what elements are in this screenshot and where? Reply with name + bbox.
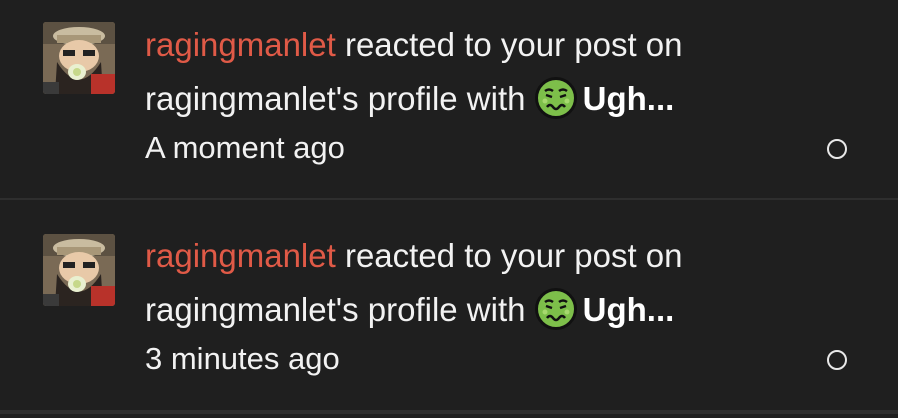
avatar[interactable] (43, 22, 115, 94)
nauseated-face-icon (534, 288, 577, 330)
avatar[interactable] (43, 234, 115, 306)
avatar-image (43, 234, 115, 306)
nauseated-face-icon (534, 77, 577, 119)
notification-list: ragingmanlet reacted to your post on rag… (0, 0, 898, 418)
username-link[interactable]: ragingmanlet (145, 26, 336, 63)
reaction-label: Ugh... (582, 80, 675, 117)
avatar-image (43, 22, 115, 94)
timestamp: 3 minutes ago (145, 341, 340, 376)
username-link[interactable]: ragingmanlet (145, 237, 336, 274)
mark-read-toggle[interactable] (827, 350, 847, 370)
notification-text: ragingmanlet reacted to your post on rag… (145, 229, 825, 381)
notification-text: ragingmanlet reacted to your post on rag… (145, 18, 825, 170)
reaction-label: Ugh... (582, 291, 675, 328)
notification-item[interactable]: ragingmanlet reacted to your post on rag… (0, 202, 898, 414)
notification-item[interactable]: ragingmanlet reacted to your post on rag… (0, 0, 898, 200)
mark-read-toggle[interactable] (827, 139, 847, 159)
timestamp: A moment ago (145, 130, 345, 165)
